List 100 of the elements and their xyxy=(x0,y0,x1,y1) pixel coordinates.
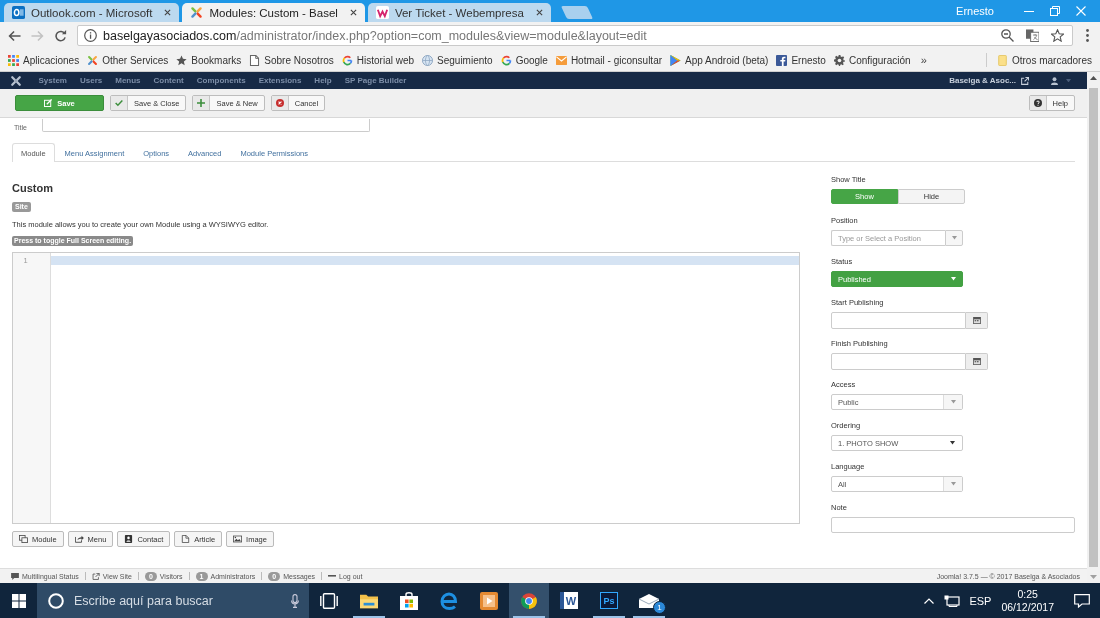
caret-icon xyxy=(950,277,956,281)
calendar-icon xyxy=(972,317,981,324)
caret-icon xyxy=(1066,78,1071,83)
menu-item[interactable]: Help xyxy=(307,76,339,85)
f-logo-icon xyxy=(776,54,788,66)
envelope-icon xyxy=(639,593,659,608)
task-view-icon xyxy=(320,591,338,610)
browser-tab[interactable]: Modules: Custom - Basel xyxy=(182,3,365,22)
picture-icon xyxy=(233,535,243,543)
info-icon[interactable] xyxy=(84,29,97,42)
menu-item[interactable]: Menus xyxy=(108,76,148,85)
g-logo-icon xyxy=(341,54,353,66)
microphone-icon[interactable] xyxy=(291,593,299,608)
bookmark[interactable]: App Android (beta) xyxy=(666,54,773,66)
bookmark[interactable]: Configuración xyxy=(829,54,915,66)
calendar-button[interactable] xyxy=(966,312,988,329)
menu-item[interactable]: Extensions xyxy=(252,76,308,85)
search-field[interactable]: Escribe aquí para buscar xyxy=(70,589,291,612)
taskbar-button[interactable]: Ps xyxy=(589,583,629,618)
folder-icon xyxy=(996,54,1008,66)
close-icon[interactable] xyxy=(349,9,357,16)
bookmark[interactable]: Ernesto xyxy=(772,54,830,66)
restore-icon[interactable] xyxy=(1050,6,1060,16)
taskbar-button[interactable]: 1 xyxy=(629,583,669,618)
input-language[interactable]: ESP xyxy=(969,594,992,607)
pinwheel-logo-icon xyxy=(87,54,99,66)
menu-item[interactable]: SP Page Builder xyxy=(338,76,413,85)
chevron-up-icon[interactable] xyxy=(924,597,935,604)
browser-logo-icon xyxy=(520,591,538,610)
bookmark[interactable]: Bookmarks xyxy=(172,54,246,66)
circle-icon xyxy=(48,592,64,609)
note-field[interactable] xyxy=(831,517,1075,533)
bookmark[interactable]: Google xyxy=(496,54,552,66)
bookmark[interactable]: Other Services xyxy=(83,54,173,66)
browser-tab[interactable]: Outlook.com - Microsoft xyxy=(4,3,180,22)
taskbar-button[interactable]: W xyxy=(549,583,589,618)
network-icon[interactable] xyxy=(944,594,961,607)
plus-icon xyxy=(197,99,206,107)
window-icon xyxy=(19,535,28,543)
bookmark[interactable]: Historial web xyxy=(337,54,419,66)
page-icon xyxy=(249,54,261,66)
close-icon[interactable] xyxy=(535,9,543,16)
bookmark[interactable]: Hotmail - giconsultar xyxy=(551,54,667,66)
g-logo-icon xyxy=(500,54,512,66)
bookmark[interactable]: Sobre Nosotros xyxy=(245,54,338,66)
notification-icon[interactable] xyxy=(1074,593,1090,608)
menu-icon[interactable] xyxy=(1086,29,1089,42)
date-field[interactable] xyxy=(831,353,966,370)
caret-icon xyxy=(950,441,955,445)
menu-item[interactable]: System xyxy=(32,76,74,85)
search-box[interactable]: Escribe aquí para buscar xyxy=(37,583,309,618)
bookmark[interactable]: Seguimiento xyxy=(418,54,497,66)
comment-icon xyxy=(11,572,19,580)
gear-icon xyxy=(833,54,845,66)
back-arrow-icon[interactable] xyxy=(8,29,21,42)
play-tile-icon xyxy=(480,591,498,610)
scrollbar-thumb[interactable] xyxy=(1089,88,1098,567)
share-arrow-icon xyxy=(74,535,84,543)
minimize-icon[interactable] xyxy=(1024,10,1034,12)
bookmark-folder[interactable]: Otros marcadores xyxy=(992,54,1096,66)
external-link-icon xyxy=(91,572,100,580)
calendar-button[interactable] xyxy=(966,353,988,370)
more-bookmarks-button[interactable]: » xyxy=(914,54,933,66)
e-logo-icon xyxy=(440,591,458,610)
star-icon[interactable] xyxy=(1051,29,1064,42)
document-icon xyxy=(181,535,191,543)
zoom-out-icon[interactable] xyxy=(1001,29,1014,42)
bookmark[interactable]: Aplicaciones xyxy=(4,54,84,66)
clock-date[interactable]: 06/12/2017 xyxy=(1001,600,1054,614)
site-link[interactable]: Baselga & Asoc... xyxy=(949,76,1016,85)
caret-icon xyxy=(951,236,957,240)
translate-icon[interactable] xyxy=(1026,29,1039,42)
menu-item[interactable]: Components xyxy=(190,76,253,85)
notification-count: 1 xyxy=(653,600,666,614)
date-field[interactable] xyxy=(831,312,966,329)
scrollbar[interactable] xyxy=(1087,72,1100,583)
pinwheel-logo-icon xyxy=(10,74,22,87)
contact-card-icon xyxy=(124,535,134,543)
menu-item[interactable]: Content xyxy=(147,76,191,85)
app-logo: Ps xyxy=(600,592,618,609)
clock-time[interactable]: 0:25 xyxy=(1017,587,1038,601)
reload-icon[interactable] xyxy=(54,29,67,42)
cancel-icon xyxy=(275,99,284,107)
app-tile-icon xyxy=(12,6,25,19)
close-icon[interactable] xyxy=(164,9,172,16)
menu-item[interactable]: Users xyxy=(73,76,109,85)
app-logo: W xyxy=(560,592,578,609)
scroll-up-icon[interactable] xyxy=(1090,76,1097,80)
browser-tab[interactable]: Ver Ticket - Webempresa xyxy=(367,3,551,22)
title-field[interactable] xyxy=(42,119,370,132)
shopping-bag-icon xyxy=(400,591,418,610)
windows-logo-icon[interactable] xyxy=(11,593,26,608)
address-field[interactable]: baselgayasociados.com/administrator/index.php?option=com_modules&view=module&layout=edit xyxy=(77,25,1073,46)
user-icon[interactable] xyxy=(1051,76,1058,85)
star-icon xyxy=(176,54,188,66)
external-link-icon[interactable] xyxy=(1021,76,1029,85)
checkmark-icon xyxy=(115,99,123,107)
pinwheel-logo-icon xyxy=(190,6,204,19)
help-icon xyxy=(1033,99,1042,107)
zigzag-logo-icon xyxy=(375,6,389,19)
